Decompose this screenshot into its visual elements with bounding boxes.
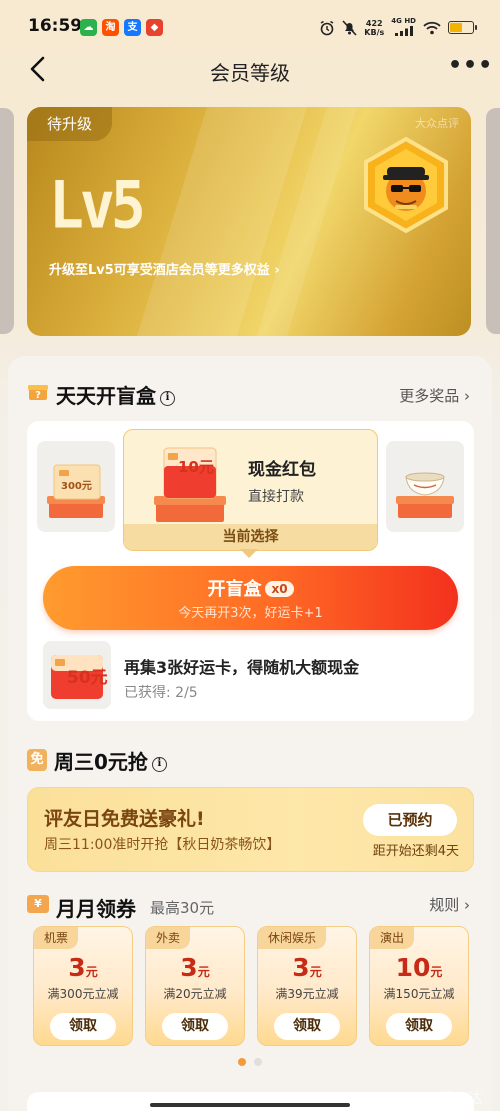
coupon-condition: 满20元立减 (163, 987, 227, 1001)
claim-button[interactable]: 领取 (50, 1013, 116, 1040)
claim-button[interactable]: 领取 (386, 1013, 452, 1040)
coupon-card[interactable]: 休闲娱乐 3元 满39元立减 领取 (257, 926, 357, 1046)
featured-prize-name: 现金红包 (248, 460, 316, 480)
wednesday-title: 周三0元抢 i (54, 746, 167, 775)
rules-link[interactable]: 规则 › (429, 894, 470, 915)
prize-tile-left[interactable]: 300元 (37, 441, 115, 532)
coupon-amount: 3元 (68, 953, 98, 982)
taobao-icon: 淘 (102, 19, 119, 36)
selection-pointer (240, 549, 258, 558)
signal-icon (394, 26, 413, 36)
watermark-text: 招店达 (440, 1091, 482, 1107)
coupon-category: 休闲娱乐 (258, 927, 327, 949)
home-indicator[interactable] (150, 1103, 350, 1107)
wednesday-card-subtitle: 周三11:00准时开抢【秋日奶茶畅饮】 (44, 837, 281, 853)
claim-button[interactable]: 领取 (274, 1013, 340, 1040)
open-button-subtitle: 今天再开3次，好运卡+1 (178, 606, 323, 621)
luck-reward-icon: 50元 (43, 641, 111, 709)
level-badge-icon (364, 137, 448, 233)
blind-box-title: 天天开盲盒 i (56, 380, 175, 409)
featured-prize-card[interactable]: 10元 现金红包 直接打款 当前选择 (123, 429, 378, 551)
coupon-card[interactable]: 机票 3元 满300元立减 领取 (33, 926, 133, 1046)
coupon-condition: 满150元立减 (383, 987, 455, 1001)
carousel-dot[interactable] (254, 1058, 262, 1066)
coupon-amount: 10元 (395, 953, 443, 982)
coupon-card[interactable]: 外卖 3元 满20元立减 领取 (145, 926, 245, 1046)
nav-bar: 会员等级 ••• (0, 48, 500, 92)
bowl-prize-icon (396, 472, 454, 518)
level-description[interactable]: 升级至Lv5可享受酒店会员等更多权益 › (49, 259, 280, 278)
page-title: 会员等级 (210, 61, 290, 85)
status-bar: 16:59 ☁ 淘 支 ◆ 422 KB/s 4G HD (0, 0, 500, 52)
battery-icon (448, 21, 477, 34)
status-time: 16:59 (28, 16, 83, 36)
open-count-badge: x0 (265, 581, 294, 597)
net-speed: 422 KB/s (364, 18, 385, 37)
coupon-amount: 3元 (292, 953, 322, 982)
countdown-text: 距开始还剩4天 (372, 844, 459, 859)
open-blind-box-button[interactable]: 开盲盒 x0 今天再开3次，好运卡+1 (43, 566, 458, 630)
wifi-icon (423, 21, 441, 34)
status-right: 422 KB/s 4G HD (319, 17, 477, 38)
next-level-card[interactable] (486, 108, 500, 334)
network-type: 4G HD (391, 17, 416, 38)
coupon-amount: 3元 (180, 953, 210, 982)
more-menu-button[interactable]: ••• (448, 55, 492, 82)
luck-card-title: 再集3张好运卡，得随机大额现金 (124, 658, 360, 677)
carousel-dots (238, 1058, 262, 1066)
coupon-category: 机票 (34, 927, 79, 949)
coupons-title: 月月领券 (56, 897, 136, 921)
coupon-condition: 满39元立减 (275, 987, 339, 1001)
info-icon[interactable]: i (160, 391, 175, 406)
wechat-icon: ☁ (80, 19, 97, 36)
alipay-icon: 支 (124, 19, 141, 36)
current-selection-label: 当前选择 (124, 524, 377, 550)
coupon-category: 演出 (370, 927, 415, 949)
app-icon: ◆ (146, 19, 163, 36)
claim-button[interactable]: 领取 (162, 1013, 228, 1040)
wednesday-card-title: 评友日免费送豪礼! (44, 808, 205, 830)
prize-tile-right[interactable] (386, 441, 464, 532)
coupons-max-label: 最高30元 (150, 899, 215, 917)
prev-level-card[interactable] (0, 108, 14, 334)
level-card[interactable]: 待升级 大众点评 Lv5 升级至Lv5可享受酒店会员等更多权益 › (27, 107, 471, 336)
coupon-condition: 满300元立减 (47, 987, 119, 1001)
level-name: Lv5 (49, 167, 146, 244)
coupon-ticket-icon: ¥ (27, 895, 49, 913)
info-icon[interactable]: i (151, 757, 167, 772)
next-section-panel (27, 1092, 474, 1111)
open-button-label: 开盲盒 x0 (43, 575, 458, 601)
featured-prize-amount: 10元 (178, 458, 214, 476)
svg-text:?: ? (35, 390, 41, 401)
luck-amount: 50元 (67, 668, 108, 688)
status-tag: 待升级 (27, 107, 113, 141)
gift-box-icon: ? (28, 385, 48, 401)
carousel-dot-active[interactable] (238, 1058, 246, 1066)
prize-left-amount: 300元 (61, 481, 92, 492)
alarm-icon (320, 20, 334, 35)
luck-card-progress: 已获得: 2/5 (124, 685, 198, 701)
featured-prize-subtitle: 直接打款 (248, 489, 304, 505)
reserved-button[interactable]: 已预约 (363, 804, 457, 836)
more-prizes-link[interactable]: 更多奖品 › (399, 385, 470, 406)
coupon-card[interactable]: 演出 10元 满150元立减 领取 (369, 926, 469, 1046)
coupon-category: 外卖 (146, 927, 191, 949)
brand-watermark: 大众点评 (415, 117, 459, 130)
free-badge-icon: 免 (27, 749, 47, 771)
mute-icon (342, 19, 357, 36)
wednesday-card[interactable]: 评友日免费送豪礼! 周三11:00准时开抢【秋日奶茶畅饮】 已预约 距开始还剩4… (27, 787, 474, 872)
